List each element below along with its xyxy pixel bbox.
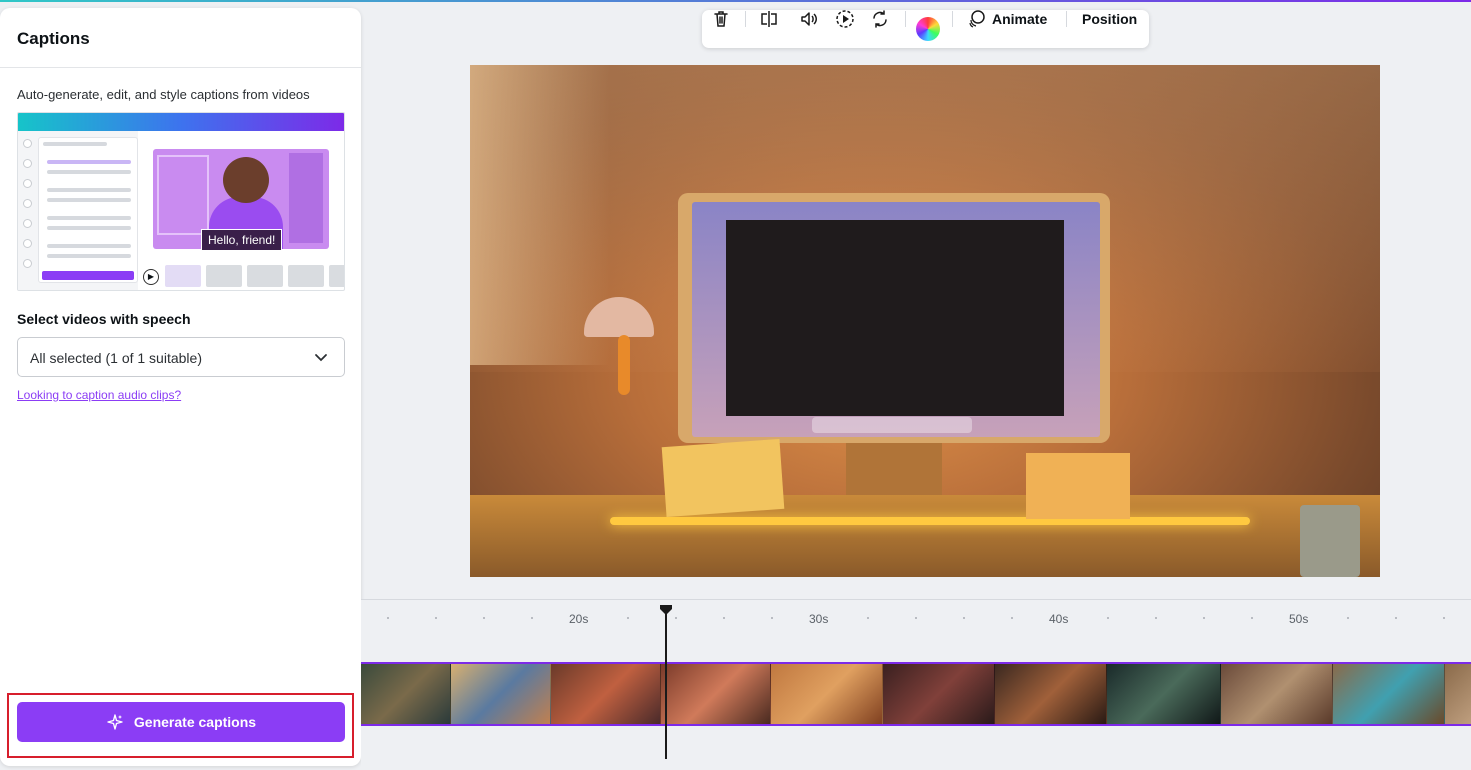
toolbar-divider xyxy=(905,11,906,27)
clip-thumbnail xyxy=(1445,664,1471,724)
play-speed-icon[interactable] xyxy=(835,9,855,29)
videos-dropdown[interactable]: All selected (1 of 1 suitable) xyxy=(17,337,345,377)
caption-audio-link[interactable]: Looking to caption audio clips? xyxy=(17,388,181,402)
clip-thumbnail xyxy=(551,664,661,724)
illustration-caption-text: Hello, friend! xyxy=(201,229,283,251)
timeline-label-50s: 50s xyxy=(1289,612,1309,626)
animate-icon[interactable] xyxy=(967,9,987,29)
panel-title: Captions xyxy=(17,29,90,48)
trash-icon[interactable] xyxy=(711,9,731,29)
clip-thumbnail xyxy=(1221,664,1333,724)
captions-illustration: Hello, friend! ▶ xyxy=(17,112,345,291)
generate-captions-button[interactable]: Generate captions xyxy=(17,702,345,742)
generate-captions-label: Generate captions xyxy=(133,714,257,730)
toolbar-divider xyxy=(745,11,746,27)
dropdown-value: All selected (1 of 1 suitable) xyxy=(30,350,202,366)
sticky-note xyxy=(661,438,785,518)
clip-thumbnail xyxy=(1333,664,1445,724)
chevron-down-icon xyxy=(315,354,327,362)
panel-divider xyxy=(0,67,361,68)
clip-thumbnail xyxy=(771,664,883,724)
clip-thumbnail xyxy=(361,664,451,724)
playhead[interactable] xyxy=(665,613,667,759)
loop-icon[interactable] xyxy=(870,9,890,29)
select-videos-label: Select videos with speech xyxy=(17,311,191,327)
clip-thumbnail xyxy=(883,664,995,724)
illustration-gradient-bar xyxy=(18,113,344,131)
position-button[interactable]: Position xyxy=(1082,11,1137,27)
timeline-label-30s: 30s xyxy=(809,612,829,626)
clip-thumbnail xyxy=(995,664,1107,724)
video-clip-track[interactable] xyxy=(361,662,1471,726)
video-canvas[interactable] xyxy=(470,65,1380,577)
timeline-label-40s: 40s xyxy=(1049,612,1069,626)
panel-description: Auto-generate, edit, and style captions … xyxy=(17,87,310,102)
sparkle-icon xyxy=(107,714,123,730)
animate-button[interactable]: Animate xyxy=(992,11,1047,27)
clip-thumbnail xyxy=(661,664,771,724)
play-icon: ▶ xyxy=(143,269,159,285)
person-illustration xyxy=(223,157,269,203)
toolbar-divider xyxy=(1066,11,1067,27)
color-icon[interactable] xyxy=(916,17,940,41)
illustration-sidebar xyxy=(18,131,138,290)
timeline-label-20s: 20s xyxy=(569,612,589,626)
top-accent-line xyxy=(0,0,1471,2)
flip-icon[interactable] xyxy=(759,9,779,29)
sticky-note xyxy=(1026,453,1130,519)
illustration-timeline: ▶ xyxy=(143,265,344,287)
toolbar-divider xyxy=(952,11,953,27)
clip-thumbnail xyxy=(1107,664,1221,724)
playhead-handle-icon[interactable] xyxy=(659,604,673,616)
volume-icon[interactable] xyxy=(799,9,819,29)
timeline-top-border xyxy=(361,599,1471,600)
clip-thumbnail xyxy=(451,664,551,724)
